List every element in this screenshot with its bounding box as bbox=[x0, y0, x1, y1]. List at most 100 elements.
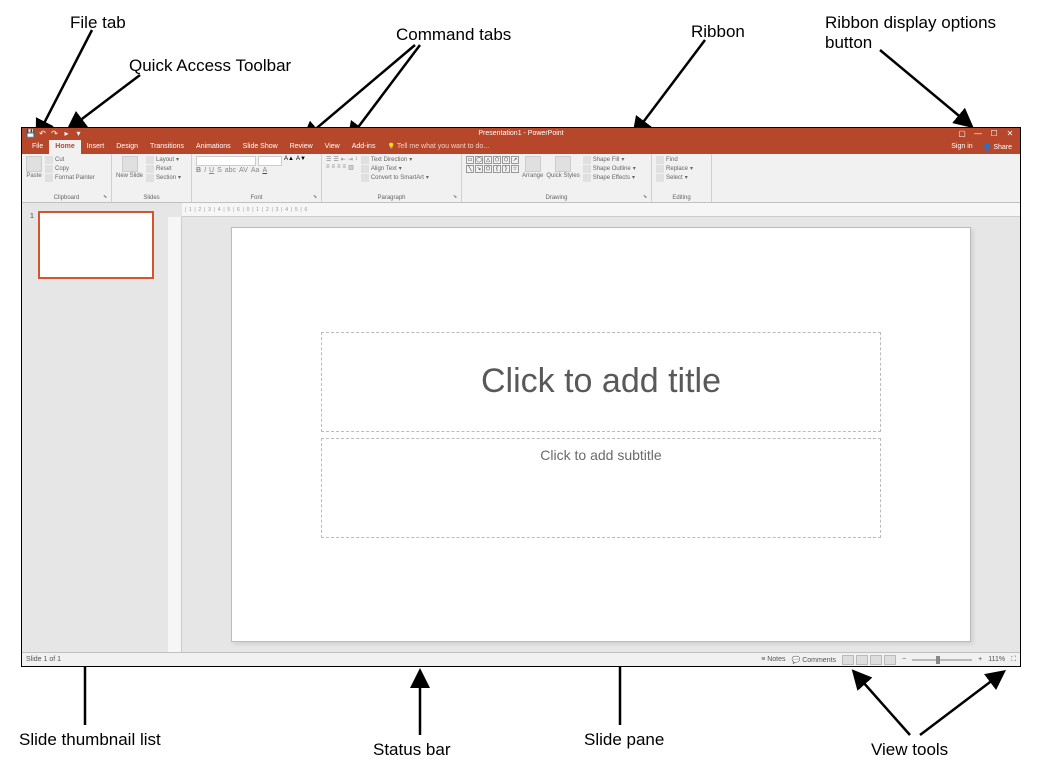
clipboard-launcher[interactable]: ⬊ bbox=[103, 194, 109, 200]
group-font: A▲ A▼ B I U S abc AV Aa A Font bbox=[192, 154, 322, 202]
signin-link[interactable]: Sign in bbox=[951, 143, 972, 150]
tab-strip: File Home Insert Design Transitions Anim… bbox=[22, 140, 1020, 154]
numbering-button[interactable]: ☰ bbox=[333, 156, 338, 163]
sorter-view-button[interactable] bbox=[856, 655, 868, 665]
grow-font-button[interactable]: A▲ bbox=[284, 156, 294, 166]
redo-icon[interactable]: ↷ bbox=[50, 129, 59, 138]
subtitle-placeholder[interactable]: Click to add subtitle bbox=[321, 438, 881, 538]
format-painter-button[interactable]: Format Painter bbox=[45, 174, 95, 182]
font-color-button[interactable]: A bbox=[262, 167, 267, 174]
text-direction-button[interactable]: Text Direction ▾ bbox=[361, 156, 429, 164]
layout-button[interactable]: Layout ▾ bbox=[146, 156, 181, 164]
title-placeholder[interactable]: Click to add title bbox=[321, 332, 881, 432]
font-family-dropdown[interactable] bbox=[196, 156, 256, 166]
zoom-handle[interactable] bbox=[936, 656, 940, 664]
undo-icon[interactable]: ↶ bbox=[38, 129, 47, 138]
tab-design[interactable]: Design bbox=[110, 140, 144, 154]
align-text-button[interactable]: Align Text ▾ bbox=[361, 165, 429, 173]
cut-button[interactable]: Cut bbox=[45, 156, 95, 164]
find-button[interactable]: Find bbox=[656, 156, 693, 164]
reset-button[interactable]: Reset bbox=[146, 165, 181, 173]
align-left-button[interactable]: ≡ bbox=[326, 164, 330, 171]
save-icon[interactable]: 💾 bbox=[26, 129, 35, 138]
tab-review[interactable]: Review bbox=[284, 140, 319, 154]
increase-indent-button[interactable]: ⇥ bbox=[348, 156, 353, 163]
minimize-icon[interactable]: — bbox=[972, 129, 984, 138]
close-icon[interactable]: ✕ bbox=[1004, 129, 1016, 138]
reset-label: Reset bbox=[156, 166, 172, 172]
align-right-button[interactable]: ≡ bbox=[337, 164, 341, 171]
select-button[interactable]: Select ▾ bbox=[656, 174, 693, 182]
group-label-paragraph: Paragraph bbox=[322, 195, 461, 201]
tab-home[interactable]: Home bbox=[49, 140, 80, 154]
align-text-label: Align Text bbox=[371, 166, 397, 172]
underline-button[interactable]: U bbox=[209, 167, 214, 174]
tab-animations[interactable]: Animations bbox=[190, 140, 237, 154]
slide-thumbnail[interactable] bbox=[38, 211, 154, 279]
bullets-button[interactable]: ☰ bbox=[326, 156, 331, 163]
italic-button[interactable]: I bbox=[204, 167, 206, 174]
reading-view-button[interactable] bbox=[870, 655, 882, 665]
arrow-statusbar bbox=[400, 665, 440, 740]
qat-customize-icon[interactable]: ▾ bbox=[74, 129, 83, 138]
font-launcher[interactable]: ⬊ bbox=[313, 194, 319, 200]
shape-outline-button[interactable]: Shape Outline ▾ bbox=[583, 165, 636, 173]
shadow-button[interactable]: abc bbox=[225, 167, 236, 174]
slideshow-view-button[interactable] bbox=[884, 655, 896, 665]
zoom-percent[interactable]: 111% bbox=[988, 656, 1005, 663]
line-spacing-button[interactable]: ↕ bbox=[355, 156, 358, 163]
strikethrough-button[interactable]: S bbox=[217, 167, 222, 174]
layout-icon bbox=[146, 156, 154, 164]
group-label-slides: Slides bbox=[112, 195, 191, 201]
tab-file[interactable]: File bbox=[26, 140, 49, 154]
normal-view-button[interactable] bbox=[842, 655, 854, 665]
tab-slideshow[interactable]: Slide Show bbox=[237, 140, 284, 154]
shape-effects-button[interactable]: Shape Effects ▾ bbox=[583, 174, 636, 182]
cut-label: Cut bbox=[55, 157, 64, 163]
comments-button[interactable]: 💬 Comments bbox=[792, 656, 837, 664]
paragraph-launcher[interactable]: ⬊ bbox=[453, 194, 459, 200]
maximize-icon[interactable]: ☐ bbox=[988, 129, 1000, 138]
quick-styles-label: Quick Styles bbox=[546, 173, 579, 179]
font-size-dropdown[interactable] bbox=[258, 156, 282, 166]
decrease-indent-button[interactable]: ⇤ bbox=[341, 156, 346, 163]
ribbon-display-options-icon[interactable]: ▢ bbox=[956, 129, 968, 138]
replace-button[interactable]: Replace ▾ bbox=[656, 165, 693, 173]
bold-button[interactable]: B bbox=[196, 167, 201, 174]
zoom-slider[interactable] bbox=[912, 659, 972, 661]
notes-button[interactable]: ≡ Notes bbox=[761, 656, 785, 663]
tab-view[interactable]: View bbox=[319, 140, 346, 154]
quick-styles-button[interactable]: Quick Styles bbox=[546, 156, 579, 179]
section-icon bbox=[146, 174, 154, 182]
arrange-icon bbox=[525, 156, 541, 172]
tab-insert[interactable]: Insert bbox=[81, 140, 111, 154]
arrange-label: Arrange bbox=[522, 173, 543, 179]
tab-addins[interactable]: Add-ins bbox=[346, 140, 382, 154]
start-from-beginning-icon[interactable]: ▸ bbox=[62, 129, 71, 138]
tell-me-input[interactable]: Tell me what you want to do... bbox=[387, 143, 489, 150]
columns-button[interactable]: ▥ bbox=[348, 164, 354, 171]
shape-fill-button[interactable]: Shape Fill ▾ bbox=[583, 156, 636, 164]
drawing-launcher[interactable]: ⬊ bbox=[643, 194, 649, 200]
annot-thumb-list: Slide thumbnail list bbox=[19, 730, 161, 750]
shrink-font-button[interactable]: A▼ bbox=[296, 156, 306, 166]
arrange-button[interactable]: Arrange bbox=[522, 156, 543, 179]
share-button[interactable]: 👤 Share bbox=[979, 143, 1016, 151]
zoom-out-button[interactable]: − bbox=[902, 656, 906, 663]
char-spacing-button[interactable]: AV bbox=[239, 167, 248, 174]
annot-view-tools: View tools bbox=[871, 740, 948, 760]
convert-smartart-button[interactable]: Convert to SmartArt ▾ bbox=[361, 174, 429, 182]
change-case-button[interactable]: Aa bbox=[251, 167, 260, 174]
shapes-gallery[interactable]: ▭◯△⬠⬡↗ ╲↘⬡{}☆ bbox=[466, 156, 519, 173]
zoom-in-button[interactable]: + bbox=[978, 656, 982, 663]
align-center-button[interactable]: ≡ bbox=[332, 164, 336, 171]
section-button[interactable]: Section ▾ bbox=[146, 174, 181, 182]
slide-canvas[interactable]: Click to add title Click to add subtitle bbox=[231, 227, 971, 642]
new-slide-button[interactable]: New Slide bbox=[116, 156, 143, 179]
group-slides: New Slide Layout ▾ Reset Section ▾ Slide… bbox=[112, 154, 192, 202]
tab-transitions[interactable]: Transitions bbox=[144, 140, 190, 154]
paste-button[interactable]: Paste bbox=[26, 156, 42, 179]
copy-button[interactable]: Copy bbox=[45, 165, 95, 173]
justify-button[interactable]: ≡ bbox=[343, 164, 347, 171]
fit-to-window-button[interactable]: ⛶ bbox=[1011, 656, 1016, 664]
